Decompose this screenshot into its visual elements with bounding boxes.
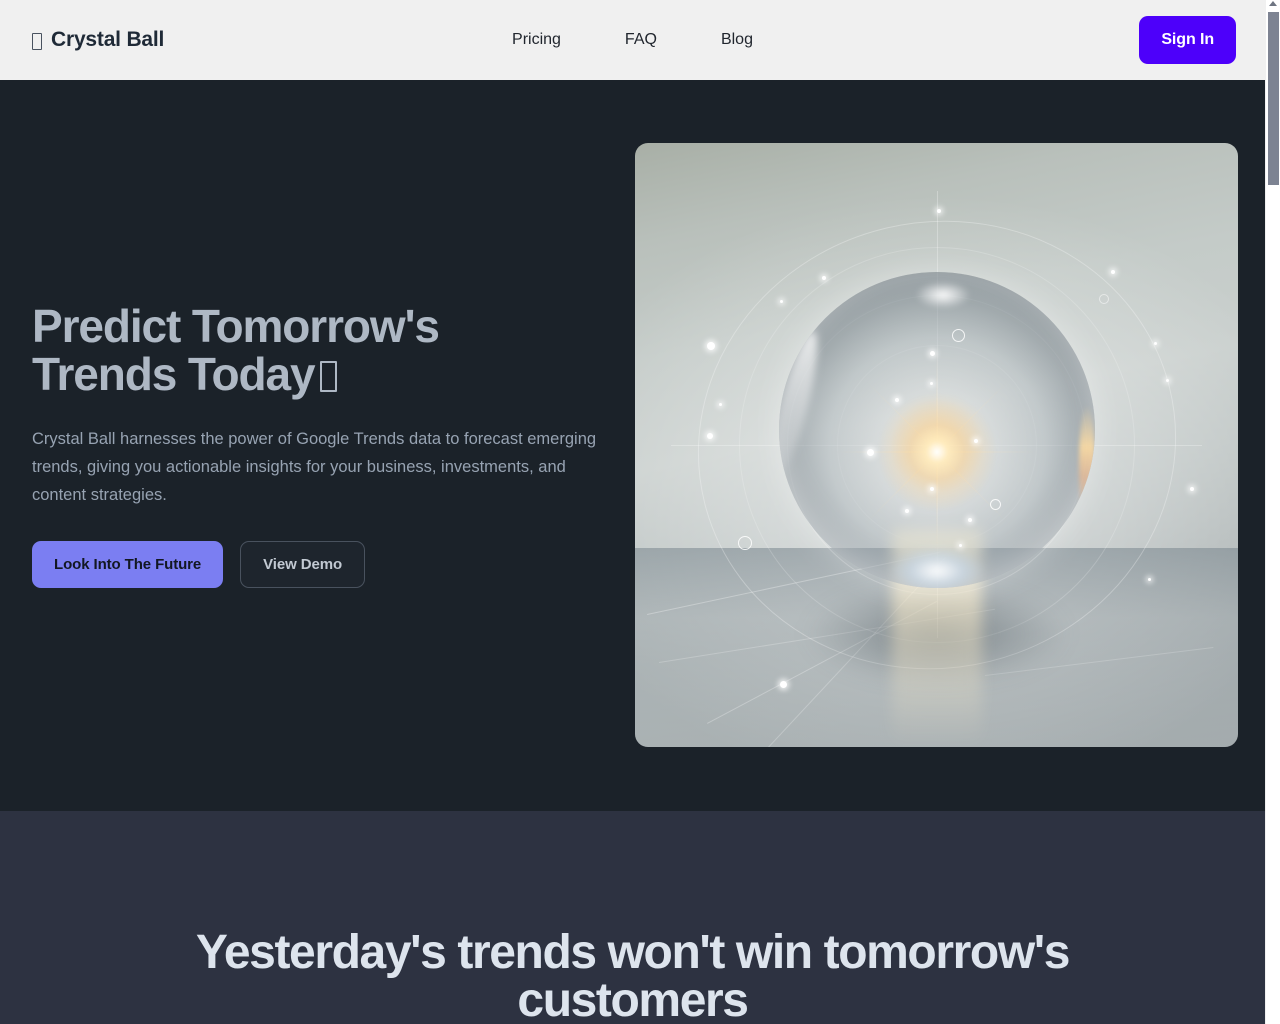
field-hollow-node-1 (737, 535, 752, 550)
hero-crystal-ball-icon (320, 361, 338, 393)
field-particle-12 (1147, 577, 1151, 581)
page-scrollbar[interactable] (1265, 0, 1280, 1024)
main-navigation: Pricing FAQ Blog (512, 0, 753, 80)
value-proposition-section: Yesterday's trends won't win tomorrow's … (0, 811, 1265, 1024)
sphere-core-glow (876, 392, 997, 512)
sphere-particle-6 (930, 486, 935, 491)
field-particle-11 (779, 680, 787, 688)
nav-item-faq[interactable]: FAQ (625, 31, 657, 49)
scrollbar-thumb[interactable] (1268, 12, 1279, 185)
hero-artwork (635, 143, 1238, 747)
nav-item-blog[interactable]: Blog (721, 31, 753, 49)
field-particle-2 (707, 342, 716, 351)
brand-name: Crystal Ball (51, 28, 165, 51)
field-particle-7 (1111, 269, 1116, 274)
hero-title-line-2: Trends Today (32, 348, 316, 401)
page-root: Crystal Ball Pricing FAQ Blog Sign In Pr… (0, 0, 1280, 1024)
sign-in-button[interactable]: Sign In (1139, 16, 1236, 64)
field-particle-10 (1189, 487, 1194, 492)
sphere-hollow-node-2 (990, 499, 1002, 511)
view-demo-button[interactable]: View Demo (240, 540, 366, 588)
scroll-up-arrow-icon[interactable] (1269, 1, 1277, 6)
field-particle-9 (1165, 378, 1169, 382)
value-proposition-title: Yesterday's trends won't win tomorrow's … (195, 926, 1071, 1024)
hero-subtitle: Crystal Ball harnesses the power of Goog… (32, 429, 597, 504)
sphere-particle-9 (958, 543, 962, 547)
hero-title-line-1: Predict Tomorrow's (32, 300, 440, 352)
sphere-right-edge-highlight (1078, 404, 1095, 525)
hero-title: Predict Tomorrow's Trends Today (32, 302, 608, 399)
hero-section: Predict Tomorrow's Trends Today Crystal … (0, 80, 1265, 811)
browser-viewport: Crystal Ball Pricing FAQ Blog Sign In Pr… (0, 0, 1265, 1024)
site-header: Crystal Ball Pricing FAQ Blog Sign In (0, 0, 1265, 80)
hero-cta-group: Look Into The Future View Demo (32, 540, 608, 588)
look-into-the-future-button[interactable]: Look Into The Future (32, 540, 224, 588)
field-particle-1 (821, 275, 826, 280)
sphere-particle-4 (930, 382, 934, 386)
nav-item-pricing[interactable]: Pricing (512, 31, 561, 49)
field-particle-5 (779, 300, 783, 304)
field-particle-8 (1153, 342, 1157, 346)
sphere-particle-1 (930, 350, 936, 356)
crystal-ball-sphere (778, 271, 1095, 588)
brand-logo[interactable]: Crystal Ball (32, 28, 164, 52)
crystal-ball-icon (32, 32, 42, 50)
sphere-top-highlight (907, 278, 978, 313)
hero-copy: Predict Tomorrow's Trends Today Crystal … (32, 302, 608, 588)
sphere-hollow-node-1 (952, 328, 966, 342)
